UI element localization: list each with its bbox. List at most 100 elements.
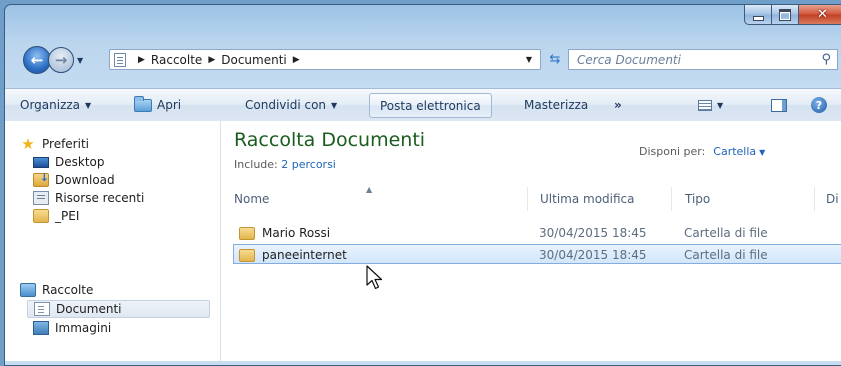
file-type: Cartella di file bbox=[684, 248, 768, 262]
column-header-type[interactable]: Tipo bbox=[671, 187, 814, 211]
address-bar[interactable]: ▶ Raccolte ▶ Documenti ▶ ▼ bbox=[109, 49, 541, 70]
column-label: Di bbox=[826, 192, 839, 206]
file-name: Mario Rossi bbox=[262, 226, 331, 240]
file-name: paneeinternet bbox=[262, 248, 347, 262]
recent-places-icon bbox=[33, 191, 49, 205]
library-icon bbox=[114, 52, 126, 67]
includes-locations-link[interactable]: 2 percorsi bbox=[281, 158, 336, 171]
minimize-button[interactable] bbox=[744, 5, 772, 25]
preview-pane-icon bbox=[771, 98, 787, 112]
download-folder-icon bbox=[33, 171, 49, 187]
file-name-cell: paneeinternet bbox=[239, 245, 347, 265]
address-dropdown-icon[interactable]: ▼ bbox=[526, 55, 532, 64]
caption-buttons: ✕ bbox=[744, 5, 841, 25]
close-button[interactable]: ✕ bbox=[799, 5, 841, 25]
libraries-icon bbox=[20, 283, 36, 297]
file-list-pane: Raccolta Documenti Include: 2 percorsi D… bbox=[221, 121, 841, 361]
sidebar-item-label: Download bbox=[55, 173, 115, 187]
chevron-down-icon: ▼ bbox=[331, 100, 338, 110]
chevron-down-icon: ▼ bbox=[717, 100, 724, 110]
maximize-button[interactable] bbox=[772, 5, 799, 25]
folder-icon bbox=[33, 209, 49, 223]
organize-button[interactable]: Organizza ▼ bbox=[20, 89, 91, 121]
arrange-by: Disponi per: Cartella ▼ bbox=[639, 145, 765, 158]
file-row[interactable]: Mario Rossi 30/04/2015 18:45 Cartella di… bbox=[221, 223, 841, 243]
back-arrow-icon: ← bbox=[30, 51, 44, 69]
desktop-icon bbox=[33, 157, 49, 168]
sidebar-item-images[interactable]: Immagini bbox=[33, 319, 111, 337]
preview-pane-button[interactable] bbox=[771, 89, 787, 121]
sidebar-item-libraries[interactable]: Raccolte bbox=[20, 281, 93, 299]
forward-arrow-icon: → bbox=[54, 51, 68, 69]
star-icon: ★ bbox=[21, 135, 35, 153]
sidebar-item-download[interactable]: Download bbox=[33, 171, 115, 189]
file-modified: 30/04/2015 18:45 bbox=[539, 226, 647, 240]
more-commands-button[interactable]: » bbox=[614, 89, 622, 121]
organize-label: Organizza bbox=[20, 98, 81, 112]
minimize-icon bbox=[752, 15, 764, 21]
search-input[interactable]: Cerca Documenti ⚲ bbox=[568, 49, 838, 70]
back-button[interactable]: ← bbox=[23, 46, 51, 74]
sidebar-item-label: Desktop bbox=[55, 155, 105, 169]
more-commands-icon: » bbox=[614, 98, 622, 112]
navigation-bar: ← → ▼ ▶ Raccolte ▶ Documenti ▶ ▼ ⇆ Cerca… bbox=[23, 46, 841, 74]
recent-pages-dropdown[interactable]: ▼ bbox=[77, 56, 83, 65]
arrange-label: Disponi per: bbox=[639, 145, 706, 158]
column-label: Nome bbox=[234, 192, 270, 206]
sidebar-item-label: _PEI bbox=[55, 209, 80, 223]
search-placeholder: Cerca Documenti bbox=[577, 52, 681, 67]
navigation-pane: ★ Preferiti Desktop Download Risorse rece… bbox=[5, 121, 221, 361]
help-icon: ? bbox=[811, 97, 827, 113]
folder-icon bbox=[239, 248, 255, 262]
file-row-selected[interactable]: paneeinternet 30/04/2015 18:45 Cartella … bbox=[233, 244, 841, 264]
view-list-icon bbox=[698, 99, 712, 111]
sidebar-item-label: Risorse recenti bbox=[55, 191, 145, 205]
library-title: Raccolta Documenti bbox=[234, 129, 426, 151]
email-label: Posta elettronica bbox=[380, 98, 481, 113]
burn-button[interactable]: Masterizza bbox=[524, 89, 588, 121]
sidebar-item-favorites[interactable]: ★ Preferiti bbox=[20, 135, 89, 153]
chevron-down-icon[interactable]: ▼ bbox=[759, 148, 765, 157]
breadcrumb-documenti[interactable]: Documenti bbox=[221, 53, 287, 67]
library-includes: Include: 2 percorsi bbox=[234, 158, 336, 171]
share-button[interactable]: Condividi con ▼ bbox=[245, 89, 337, 121]
breadcrumb-raccolte[interactable]: Raccolte bbox=[151, 53, 202, 67]
open-button[interactable]: Apri bbox=[134, 89, 181, 121]
column-header-modified[interactable]: Ultima modifica bbox=[527, 187, 671, 211]
mouse-pointer-icon bbox=[366, 265, 383, 290]
burn-label: Masterizza bbox=[524, 98, 589, 112]
help-button[interactable]: ? bbox=[811, 89, 827, 121]
breadcrumb-separator-icon[interactable]: ▶ bbox=[138, 55, 145, 65]
refresh-button[interactable]: ⇆ bbox=[544, 50, 566, 70]
breadcrumb-separator-icon[interactable]: ▶ bbox=[293, 55, 300, 65]
folder-icon bbox=[239, 226, 255, 240]
column-label: Tipo bbox=[685, 192, 711, 206]
chevron-down-icon: ▼ bbox=[85, 100, 92, 110]
close-icon: ✕ bbox=[817, 7, 828, 22]
forward-button[interactable]: → bbox=[48, 47, 74, 73]
refresh-icon: ⇆ bbox=[549, 52, 561, 67]
file-type: Cartella di file bbox=[684, 226, 768, 240]
sidebar-item-documents[interactable]: Documenti bbox=[27, 300, 210, 318]
column-label: Ultima modifica bbox=[540, 192, 635, 206]
column-header-name[interactable]: Nome bbox=[221, 187, 527, 211]
search-icon[interactable]: ⚲ bbox=[821, 52, 831, 67]
open-folder-icon bbox=[134, 95, 152, 112]
sidebar-item-recent[interactable]: Risorse recenti bbox=[33, 189, 144, 207]
sidebar-item-label: Preferiti bbox=[42, 137, 89, 151]
file-name-cell: Mario Rossi bbox=[239, 223, 330, 243]
documents-library-icon bbox=[34, 302, 50, 316]
email-button[interactable]: Posta elettronica bbox=[369, 93, 492, 118]
command-bar: Organizza ▼ Apri Condividi con ▼ Posta ele… bbox=[5, 88, 841, 122]
change-view-button[interactable]: ▼ bbox=[698, 89, 723, 121]
maximize-icon bbox=[779, 8, 791, 21]
breadcrumb-separator-icon[interactable]: ▶ bbox=[208, 55, 215, 65]
sidebar-item-pei[interactable]: _PEI bbox=[33, 207, 79, 225]
sidebar-item-label: Raccolte bbox=[42, 283, 94, 297]
arrange-by-dropdown[interactable]: Cartella bbox=[713, 145, 756, 158]
column-header-size[interactable]: Di bbox=[814, 187, 841, 211]
content-area: ★ Preferiti Desktop Download Risorse rece… bbox=[5, 121, 841, 361]
open-label: Apri bbox=[157, 98, 182, 112]
sidebar-item-desktop[interactable]: Desktop bbox=[33, 153, 105, 171]
pictures-library-icon bbox=[33, 321, 49, 335]
